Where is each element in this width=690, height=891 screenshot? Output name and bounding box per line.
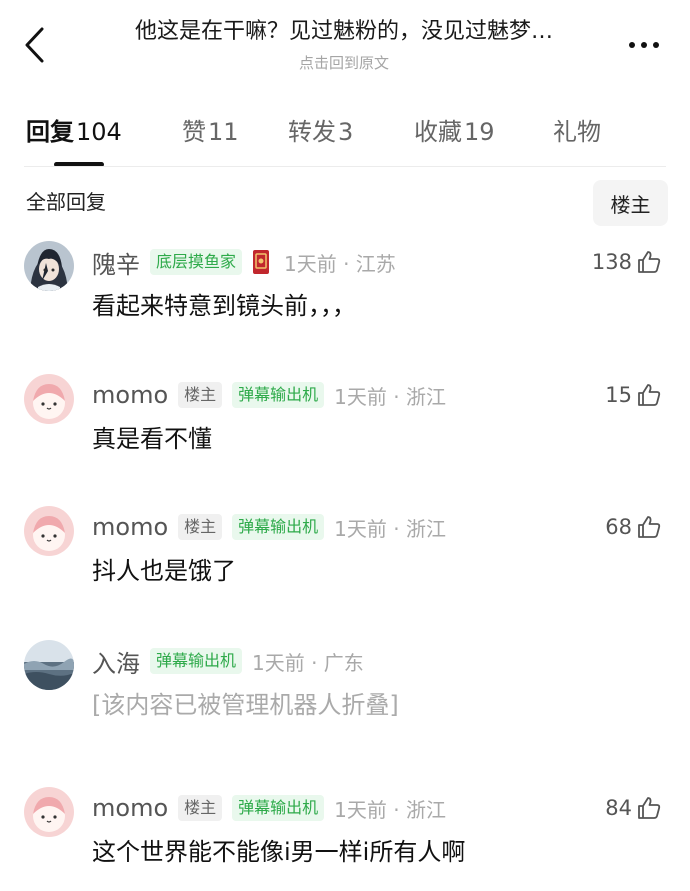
comment-time-location: 1天前 · 浙江 (334, 384, 446, 409)
comment-time-location: 1天前 · 江苏 (284, 251, 396, 276)
comment-text: 真是看不懂 (92, 425, 212, 453)
fan-badge: 弹幕输出机 (232, 382, 325, 408)
like-count: 15 (605, 383, 632, 407)
like-button[interactable]: 15 (605, 376, 662, 414)
comment-text: 看起来特意到镜头前，，， (92, 292, 356, 320)
avatar[interactable] (24, 374, 74, 424)
chevron-left-icon (25, 27, 44, 63)
comment-text: 这个世界能不能像i男一样i所有人啊 (92, 838, 466, 866)
tab-count: 3 (338, 118, 354, 146)
red-card-medal-icon (252, 249, 270, 275)
comment-time-location: 1天前 · 广东 (252, 650, 364, 675)
tab-label: 收藏 (414, 118, 462, 146)
fan-badge: 弹幕输出机 (150, 648, 243, 674)
tabs-divider (24, 166, 666, 167)
comment-time-location: 1天前 · 浙江 (334, 797, 446, 822)
fan-badge: 弹幕输出机 (232, 514, 325, 540)
like-count: 138 (591, 250, 632, 274)
username[interactable]: 入海 (92, 644, 140, 679)
more-horizontal-icon (629, 42, 635, 48)
owner-tag: 楼主 (178, 795, 223, 821)
back-button[interactable] (16, 22, 52, 68)
like-count: 84 (605, 796, 632, 820)
like-button[interactable]: 84 (605, 789, 662, 827)
tab-count: 19 (464, 118, 495, 146)
sea-landscape-avatar (24, 640, 74, 690)
more-horizontal-icon-dot (641, 42, 647, 48)
fan-badge: 弹幕输出机 (232, 795, 325, 821)
like-count: 68 (605, 515, 632, 539)
thumbs-up-icon (638, 251, 661, 273)
like-button[interactable]: 68 (605, 508, 662, 546)
comment-meta: momo 楼主 弹幕输出机 1天前 · 浙江 (92, 376, 446, 414)
username[interactable]: momo (92, 381, 168, 409)
more-horizontal-icon-dot (653, 42, 659, 48)
thumbs-up-icon (638, 797, 661, 819)
thumbs-up-icon (638, 384, 661, 406)
username[interactable]: momo (92, 513, 168, 541)
tab-count: 104 (76, 118, 122, 146)
avatar[interactable] (24, 241, 74, 291)
comment-meta: momo 楼主 弹幕输出机 1天前 · 浙江 (92, 789, 446, 827)
pink-cartoon-avatar (24, 374, 74, 424)
tab-count: 11 (208, 118, 239, 146)
username[interactable]: 隗辛 (92, 245, 140, 280)
avatar[interactable] (24, 787, 74, 837)
avatar[interactable] (24, 506, 74, 556)
post-title[interactable]: 他这是在干嘛？见过魅粉的，没见过魅梦… (80, 16, 608, 48)
anime-character-avatar (24, 241, 74, 291)
tab-label: 转发 (288, 118, 336, 146)
back-to-original-link[interactable]: 点击回到原文 (80, 52, 608, 74)
more-button[interactable] (616, 30, 672, 60)
tab-label: 礼物 (553, 118, 601, 146)
fan-badge: 底层摸鱼家 (150, 249, 243, 275)
all-replies-label[interactable]: 全部回复 (26, 186, 106, 218)
top-bar: 他这是在干嘛？见过魅粉的，没见过魅梦… 点击回到原文 (0, 0, 690, 90)
comment-text: 抖人也是饿了 (92, 557, 236, 585)
comment-time-location: 1天前 · 浙江 (334, 516, 446, 541)
interaction-tabs: 回复104 赞11 转发3 收藏19 礼物 (0, 106, 690, 168)
tab-replies[interactable]: 回复104 (26, 114, 122, 150)
owner-tag: 楼主 (178, 382, 223, 408)
pink-cartoon-avatar (24, 787, 74, 837)
tab-gifts[interactable]: 礼物 (553, 114, 601, 150)
tab-label: 回复 (26, 118, 74, 146)
username[interactable]: momo (92, 794, 168, 822)
comment-meta: 隗辛 底层摸鱼家 1天前 · 江苏 (92, 243, 396, 281)
like-button[interactable]: 138 (592, 243, 662, 281)
pink-cartoon-avatar (24, 506, 74, 556)
folded-comment-notice: [该内容已被管理机器人折叠] (92, 691, 399, 719)
thumbs-up-icon (638, 516, 661, 538)
tab-favorites[interactable]: 收藏19 (414, 114, 495, 150)
comment-meta: momo 楼主 弹幕输出机 1天前 · 浙江 (92, 508, 446, 546)
tab-likes[interactable]: 赞11 (182, 114, 239, 150)
comment-meta: 入海 弹幕输出机 1天前 · 广东 (92, 642, 364, 680)
tab-label: 赞 (182, 118, 206, 146)
tab-reposts[interactable]: 转发3 (288, 114, 353, 150)
owner-tag: 楼主 (178, 514, 223, 540)
owner-only-filter-button[interactable]: 楼主 (593, 180, 668, 226)
avatar[interactable] (24, 640, 74, 690)
